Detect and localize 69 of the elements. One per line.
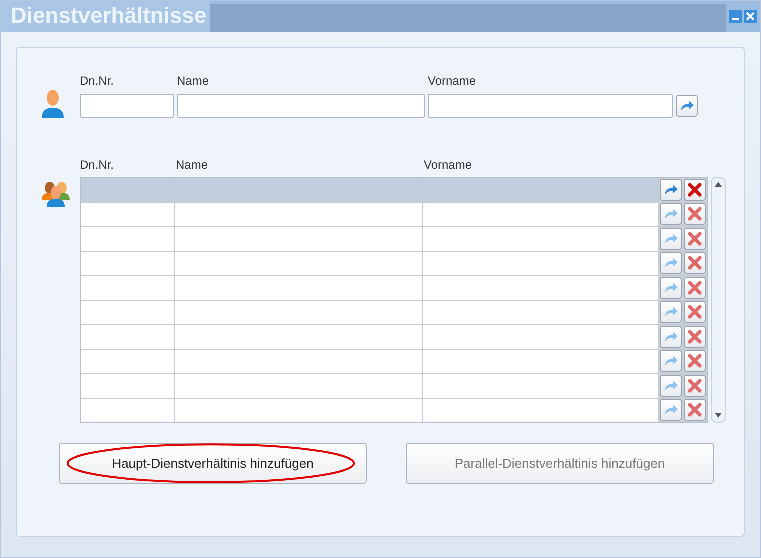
delete-button[interactable] xyxy=(684,203,706,226)
open-button[interactable] xyxy=(660,252,682,274)
arrow-icon xyxy=(663,208,679,220)
person-icon xyxy=(41,89,65,119)
open-button[interactable] xyxy=(660,228,682,250)
input-field[interactable] xyxy=(428,94,673,118)
add-button[interactable]: Haupt-Dienstverhältinis hinzufügen xyxy=(59,443,367,484)
arrow-icon xyxy=(663,330,679,343)
input-field[interactable] xyxy=(80,94,174,118)
table-row[interactable] xyxy=(81,227,707,252)
minimize-button[interactable] xyxy=(729,10,742,23)
delete-icon xyxy=(688,378,702,393)
field-label: Dn.Nr. xyxy=(80,74,116,88)
delete-icon xyxy=(688,403,702,418)
open-button[interactable] xyxy=(660,301,682,324)
scroll-up-icon[interactable] xyxy=(715,182,722,187)
delete-icon xyxy=(688,354,702,368)
delete-icon xyxy=(688,256,702,270)
arrow-icon xyxy=(663,355,679,368)
delete-button[interactable] xyxy=(684,228,706,250)
column-header: Vorname xyxy=(424,158,474,174)
delete-icon xyxy=(688,207,702,222)
table-row[interactable] xyxy=(81,398,707,422)
table-row[interactable] xyxy=(81,276,707,300)
table-row[interactable] xyxy=(81,300,707,325)
open-button[interactable] xyxy=(660,178,682,201)
delete-button[interactable] xyxy=(684,350,706,372)
delete-button[interactable] xyxy=(684,374,706,397)
arrow-icon xyxy=(663,282,679,294)
delete-icon xyxy=(688,305,702,320)
arrow-icon xyxy=(663,184,679,196)
arrow-icon xyxy=(663,257,679,270)
field-label: Name xyxy=(177,74,210,88)
delete-button[interactable] xyxy=(684,399,706,422)
scroll-down-icon[interactable] xyxy=(715,413,722,418)
open-button[interactable] xyxy=(660,350,682,372)
open-button[interactable] xyxy=(660,374,682,397)
arrow-icon xyxy=(663,232,679,245)
table-row[interactable] xyxy=(81,252,707,276)
open-button[interactable] xyxy=(660,399,682,422)
arrow-icon xyxy=(663,306,679,318)
delete-button[interactable] xyxy=(684,276,706,299)
delete-icon xyxy=(688,280,702,295)
close-button[interactable] xyxy=(744,10,757,23)
arrow-icon xyxy=(663,380,679,392)
column-header: Dn.Nr. xyxy=(80,158,116,174)
scrollbar[interactable] xyxy=(711,177,726,423)
input-field[interactable] xyxy=(177,94,425,118)
delete-button[interactable] xyxy=(684,178,706,201)
open-button[interactable] xyxy=(660,326,682,348)
delete-button[interactable] xyxy=(684,301,706,324)
field-label: Vorname xyxy=(428,74,478,88)
delete-button[interactable] xyxy=(684,252,706,274)
people-icon xyxy=(41,180,71,208)
table-row[interactable] xyxy=(81,350,707,374)
window-title: Dienstverhältnisse xyxy=(1,1,210,32)
delete-icon xyxy=(688,182,702,197)
close-icon xyxy=(746,12,755,21)
arrow-icon xyxy=(663,404,679,416)
table-row[interactable] xyxy=(81,374,707,398)
open-button[interactable] xyxy=(660,276,682,299)
delete-icon xyxy=(688,330,702,344)
column-header: Name xyxy=(175,158,210,174)
delete-icon xyxy=(688,232,702,246)
open-button[interactable] xyxy=(660,203,682,226)
delete-button[interactable] xyxy=(684,326,706,348)
go-button[interactable] xyxy=(676,95,698,117)
arrow-icon xyxy=(679,100,695,112)
table-row[interactable] xyxy=(81,325,707,350)
